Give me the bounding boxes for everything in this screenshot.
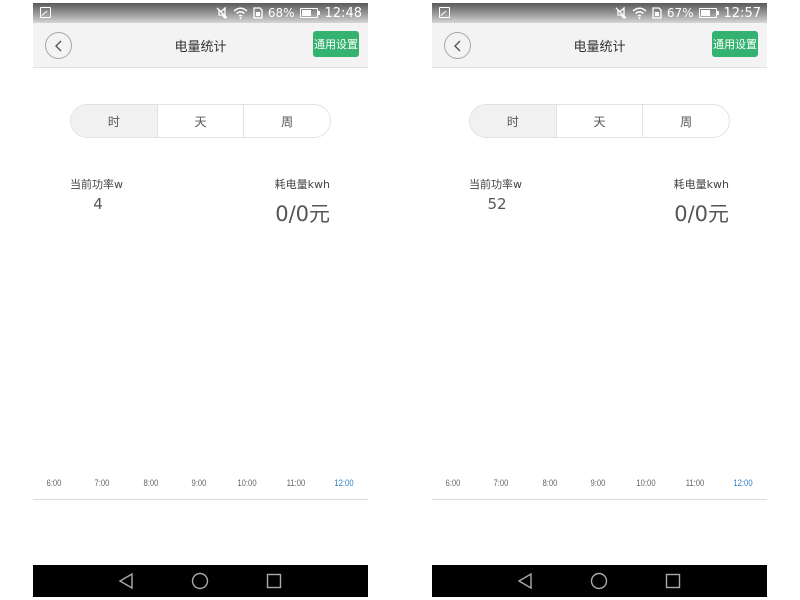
tab-day[interactable]: 天 [156, 105, 244, 137]
time-tick: 8:00 [143, 478, 159, 488]
time-tick: 11:00 [286, 478, 306, 488]
title-bar: 电量统计 通用设置 [33, 23, 368, 68]
current-power-stat: 当前功率w 52 [469, 176, 522, 213]
time-tick: 10:00 [636, 478, 656, 488]
phone-screen-left: 68% 12:48 电量统计 通用设置 时 天 周 当前功率w 4 耗电量kwh… [33, 3, 368, 597]
time-axis: 6:00 7:00 8:00 9:00 10:00 11:00 12:00 [33, 478, 368, 500]
general-settings-button[interactable]: 通用设置 [712, 31, 758, 57]
nav-home-button[interactable] [191, 572, 209, 590]
home-circle-icon [590, 572, 608, 590]
tab-day[interactable]: 天 [555, 105, 643, 137]
status-bar: 67% 12:57 [432, 3, 767, 23]
battery-level-fill [700, 10, 710, 16]
time-tick: 7:00 [94, 478, 110, 488]
wifi-icon [632, 7, 647, 19]
nav-recents-button[interactable] [664, 572, 682, 590]
mute-icon [216, 7, 228, 19]
time-tick: 7:00 [493, 478, 509, 488]
current-power-label: 当前功率w [70, 178, 123, 191]
energy-value: 0/0元 [674, 202, 729, 226]
tab-week[interactable]: 周 [642, 105, 729, 137]
time-tick: 6:00 [445, 478, 461, 488]
home-circle-icon [191, 572, 209, 590]
nav-back-button[interactable] [516, 572, 534, 590]
system-nav-bar [33, 565, 368, 597]
current-power-value: 4 [93, 195, 103, 213]
time-tick: 11:00 [685, 478, 705, 488]
time-tick: 8:00 [542, 478, 558, 488]
battery-percent: 68% [267, 6, 295, 20]
general-settings-button[interactable]: 通用设置 [313, 31, 359, 57]
mute-icon [615, 7, 627, 19]
battery-level-fill [301, 10, 312, 16]
tab-hour[interactable]: 时 [71, 105, 157, 137]
status-time: 12:57 [723, 5, 761, 21]
current-power-stat: 当前功率w 4 [70, 176, 123, 213]
gallery-icon [40, 7, 51, 18]
wifi-icon [233, 7, 248, 19]
energy-value: 0/0元 [275, 202, 330, 226]
tab-week[interactable]: 周 [243, 105, 330, 137]
recents-square-icon [266, 573, 282, 589]
energy-stat: 耗电量kwh 0/0元 [674, 176, 729, 228]
energy-label: 耗电量kwh [673, 178, 729, 191]
back-triangle-icon [517, 572, 532, 590]
energy-stat: 耗电量kwh 0/0元 [275, 176, 330, 228]
time-tick-current: 12:00 [733, 478, 753, 488]
sim-icon [652, 7, 662, 19]
time-axis: 6:00 7:00 8:00 9:00 10:00 11:00 12:00 [432, 478, 767, 500]
nav-home-button[interactable] [590, 572, 608, 590]
time-tick: 6:00 [46, 478, 62, 488]
battery-icon [698, 8, 719, 18]
sim-icon [253, 7, 263, 19]
recents-square-icon [665, 573, 681, 589]
battery-percent: 67% [666, 6, 694, 20]
status-time: 12:48 [324, 5, 362, 21]
system-nav-bar [432, 565, 767, 597]
back-triangle-icon [118, 572, 133, 590]
phone-screen-right: 67% 12:57 电量统计 通用设置 时 天 周 当前功率w 52 耗电量kw… [432, 3, 767, 597]
title-bar: 电量统计 通用设置 [432, 23, 767, 68]
time-tick: 9:00 [590, 478, 606, 488]
energy-label: 耗电量kwh [274, 178, 330, 191]
status-bar: 68% 12:48 [33, 3, 368, 23]
tab-hour[interactable]: 时 [470, 105, 556, 137]
period-tabs: 时 天 周 [70, 104, 331, 138]
time-tick: 10:00 [237, 478, 257, 488]
current-power-value: 52 [487, 195, 507, 213]
period-tabs: 时 天 周 [469, 104, 730, 138]
time-tick: 9:00 [191, 478, 207, 488]
current-power-label: 当前功率w [469, 178, 522, 191]
nav-back-button[interactable] [117, 572, 135, 590]
nav-recents-button[interactable] [265, 572, 283, 590]
time-tick-current: 12:00 [334, 478, 354, 488]
battery-icon [299, 8, 320, 18]
gallery-icon [439, 7, 450, 18]
